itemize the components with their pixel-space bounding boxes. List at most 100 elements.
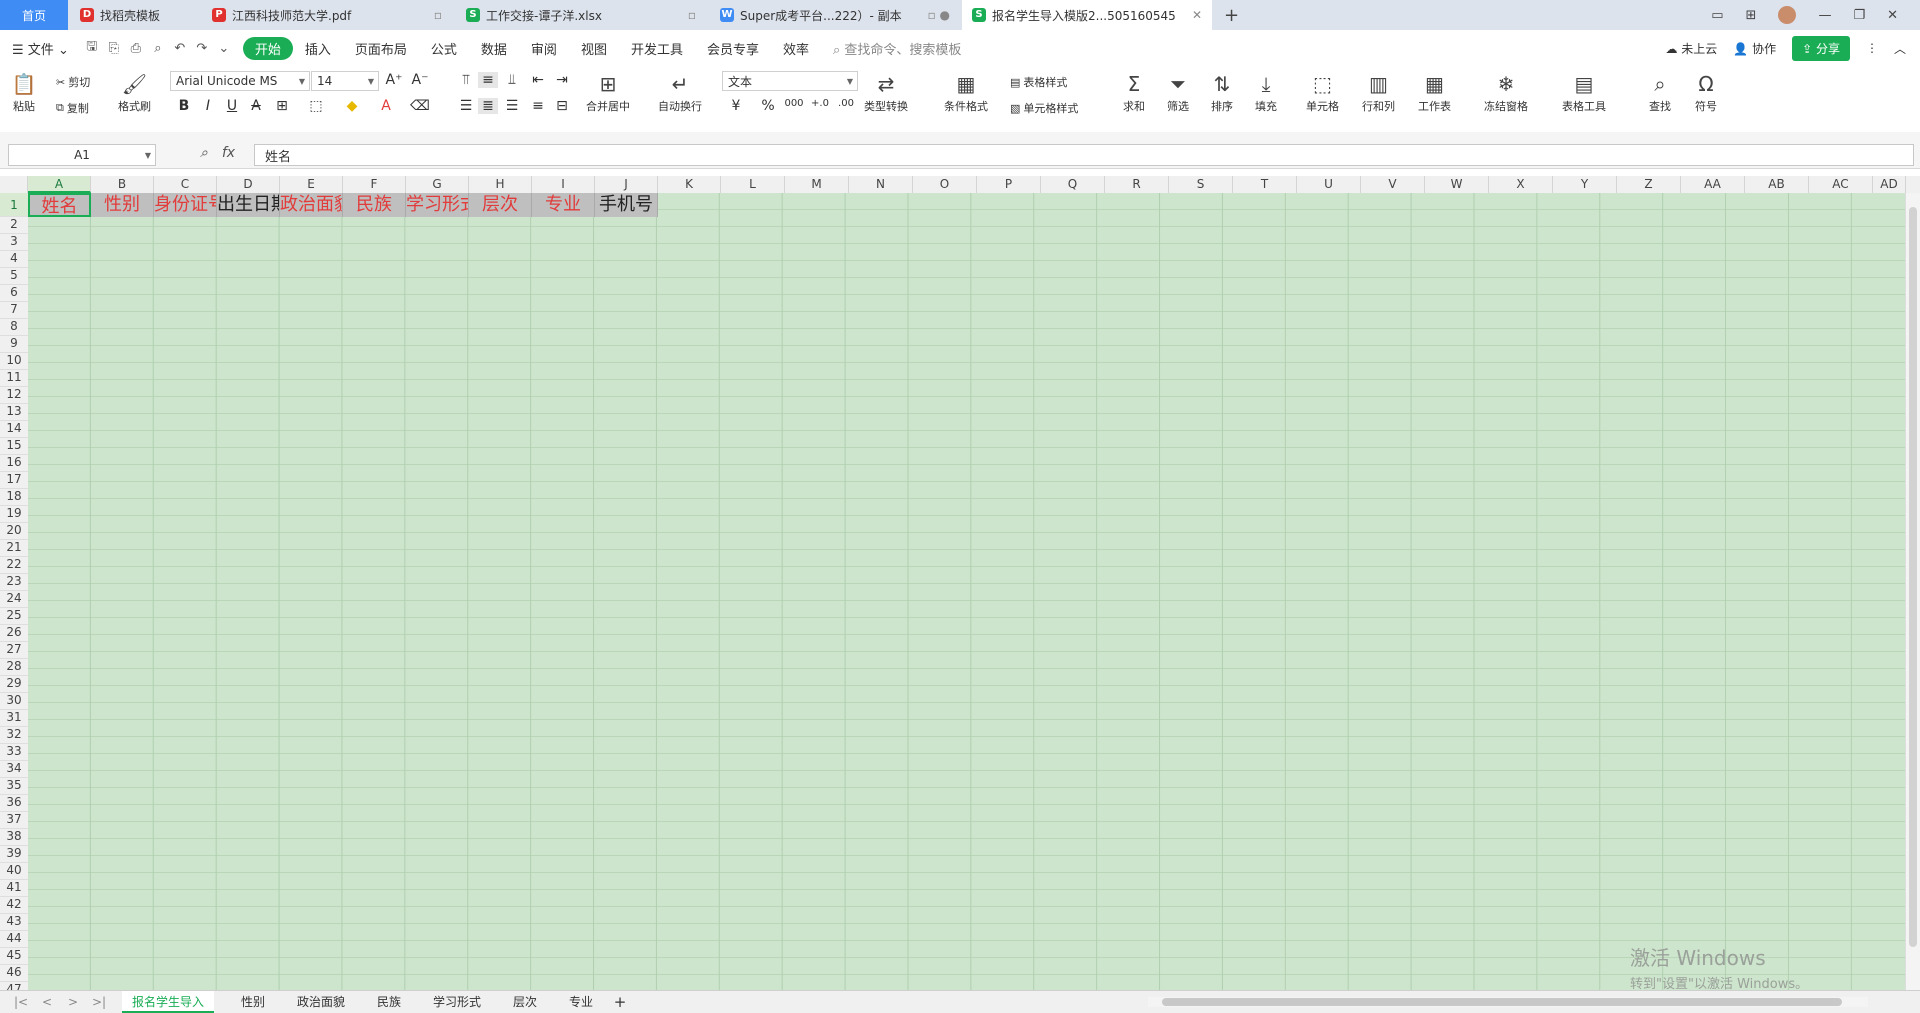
row-header[interactable]: 46 bbox=[0, 965, 28, 982]
column-header[interactable]: W bbox=[1425, 176, 1489, 193]
cell-button[interactable]: ⬚ 单元格 bbox=[1306, 70, 1339, 114]
row-header[interactable]: 10 bbox=[0, 353, 28, 370]
cell-fill-icon[interactable]: ⬚ bbox=[306, 98, 326, 114]
column-header[interactable]: A bbox=[28, 176, 91, 193]
type-convert-button[interactable]: ⇄ 类型转换 bbox=[864, 70, 908, 114]
cell-e1[interactable]: 政治面貌 bbox=[280, 193, 343, 217]
format-painter-button[interactable]: 🖌 格式刷 bbox=[118, 70, 151, 114]
row-header[interactable]: 8 bbox=[0, 319, 28, 336]
row-header[interactable]: 32 bbox=[0, 727, 28, 744]
sheet-tab[interactable]: 学习形式 bbox=[424, 991, 490, 1013]
scroll-thumb[interactable] bbox=[1909, 207, 1917, 947]
more-icon[interactable]: ⋮ bbox=[1866, 41, 1878, 55]
column-header[interactable]: U bbox=[1297, 176, 1361, 193]
column-header[interactable]: X bbox=[1489, 176, 1553, 193]
column-header[interactable]: Z bbox=[1617, 176, 1681, 193]
row-header[interactable]: 35 bbox=[0, 778, 28, 795]
column-header[interactable]: B bbox=[91, 176, 154, 193]
row-header[interactable]: 18 bbox=[0, 489, 28, 506]
minimize-icon[interactable]: — bbox=[1818, 8, 1831, 23]
redo-icon[interactable]: ↷ bbox=[191, 37, 213, 59]
column-header[interactable]: K bbox=[658, 176, 721, 193]
restore-icon[interactable]: ❐ bbox=[1853, 8, 1865, 23]
row-header[interactable]: 33 bbox=[0, 744, 28, 761]
font-size-select[interactable]: 14 ▼ bbox=[311, 71, 379, 91]
row-header[interactable]: 29 bbox=[0, 676, 28, 693]
file-menu[interactable]: ☰ 文件 ⌄ bbox=[0, 39, 81, 58]
menu-member[interactable]: 会员专享 bbox=[695, 39, 771, 58]
copy-button[interactable]: ⧉ 复制 bbox=[56, 100, 89, 116]
save-icon[interactable]: 🖫 bbox=[81, 37, 103, 59]
cell-f1[interactable]: 民族 bbox=[343, 193, 406, 217]
row-header[interactable]: 1 bbox=[0, 193, 28, 217]
tab-pdf[interactable]: P 江西科技师范大学.pdf ▫ bbox=[202, 0, 452, 30]
thousands-icon[interactable]: 000 bbox=[784, 98, 804, 109]
row-header[interactable]: 43 bbox=[0, 914, 28, 931]
row-header[interactable]: 34 bbox=[0, 761, 28, 778]
close-icon[interactable]: ✕ bbox=[1186, 8, 1202, 22]
align-bottom-icon[interactable]: ⫫ bbox=[502, 72, 522, 88]
row-header[interactable]: 17 bbox=[0, 472, 28, 489]
cell-grid[interactable]: 姓名 性别 身份证号 出生日期 政治面貌 民族 学习形式 层次 专业 手机号 bbox=[28, 193, 1906, 990]
font-color-icon[interactable]: A bbox=[376, 98, 396, 114]
column-header[interactable]: Q bbox=[1041, 176, 1105, 193]
italic-icon[interactable]: I bbox=[198, 98, 218, 114]
formula-input[interactable]: 姓名 bbox=[254, 144, 1914, 166]
column-header[interactable]: AB bbox=[1745, 176, 1809, 193]
tab-home[interactable]: 首页 bbox=[0, 0, 68, 30]
row-header[interactable]: 22 bbox=[0, 557, 28, 574]
font-grow-icon[interactable]: A⁺ bbox=[384, 72, 404, 88]
vertical-scrollbar[interactable] bbox=[1905, 193, 1920, 990]
column-header[interactable]: AA bbox=[1681, 176, 1745, 193]
merge-center-button[interactable]: ⊞ 合并居中 bbox=[586, 70, 630, 114]
row-header[interactable]: 28 bbox=[0, 659, 28, 676]
currency-icon[interactable]: ¥ bbox=[726, 98, 746, 114]
fill-button[interactable]: ⤓ 填充 bbox=[1252, 70, 1280, 114]
row-header[interactable]: 21 bbox=[0, 540, 28, 557]
font-name-select[interactable]: Arial Unicode MS ▼ bbox=[170, 71, 310, 91]
row-header[interactable]: 12 bbox=[0, 387, 28, 404]
row-header[interactable]: 27 bbox=[0, 642, 28, 659]
tab-xlsx[interactable]: S 工作交接-谭子洋.xlsx ▫ bbox=[456, 0, 706, 30]
cell-c1[interactable]: 身份证号 bbox=[154, 193, 217, 217]
menu-page-layout[interactable]: 页面布局 bbox=[343, 39, 419, 58]
menu-efficiency[interactable]: 效率 bbox=[771, 39, 821, 58]
row-header[interactable]: 7 bbox=[0, 302, 28, 319]
scroll-thumb[interactable] bbox=[1162, 998, 1842, 1006]
column-header[interactable]: L bbox=[721, 176, 785, 193]
row-header[interactable]: 19 bbox=[0, 506, 28, 523]
row-header[interactable]: 6 bbox=[0, 285, 28, 302]
fx-icon[interactable]: fx bbox=[222, 145, 235, 161]
row-header[interactable]: 37 bbox=[0, 812, 28, 829]
paste-button[interactable]: 📋 粘贴 bbox=[10, 70, 38, 114]
align-left-icon[interactable]: ☰ bbox=[456, 98, 476, 114]
cell-j1[interactable]: 手机号 bbox=[595, 193, 658, 217]
row-header[interactable]: 45 bbox=[0, 948, 28, 965]
row-header[interactable]: 13 bbox=[0, 404, 28, 421]
increase-decimal-icon[interactable]: +.0 bbox=[810, 98, 830, 109]
column-header[interactable]: AD bbox=[1873, 176, 1906, 193]
cell-g1[interactable]: 学习形式 bbox=[406, 193, 469, 217]
column-header[interactable]: N bbox=[849, 176, 913, 193]
command-search[interactable]: ⌕ 查找命令、搜索模板 bbox=[821, 39, 973, 58]
menu-review[interactable]: 审阅 bbox=[519, 39, 569, 58]
border-icon[interactable]: ⊞ bbox=[272, 98, 292, 114]
table-tools-button[interactable]: ▤ 表格工具 bbox=[1562, 70, 1606, 114]
align-top-icon[interactable]: ⫪ bbox=[456, 72, 476, 88]
font-shrink-icon[interactable]: A⁻ bbox=[410, 72, 430, 88]
conditional-format-button[interactable]: ▦ 条件格式 bbox=[944, 70, 988, 114]
column-header[interactable]: H bbox=[469, 176, 532, 193]
row-header[interactable]: 38 bbox=[0, 829, 28, 846]
worksheet-button[interactable]: ▦ 工作表 bbox=[1418, 70, 1451, 114]
decrease-decimal-icon[interactable]: .00 bbox=[836, 98, 856, 109]
tab-active-template[interactable]: S 报名学生导入模版2...505160545 ✕ bbox=[962, 0, 1212, 30]
sum-button[interactable]: Σ 求和 bbox=[1120, 70, 1148, 114]
column-header[interactable]: E bbox=[280, 176, 343, 193]
column-header[interactable]: R bbox=[1105, 176, 1169, 193]
column-header[interactable]: F bbox=[343, 176, 406, 193]
cell-h1[interactable]: 层次 bbox=[469, 193, 532, 217]
column-header[interactable]: O bbox=[913, 176, 977, 193]
row-header[interactable]: 44 bbox=[0, 931, 28, 948]
indent-decrease-icon[interactable]: ⇤ bbox=[528, 72, 548, 88]
row-header[interactable]: 24 bbox=[0, 591, 28, 608]
